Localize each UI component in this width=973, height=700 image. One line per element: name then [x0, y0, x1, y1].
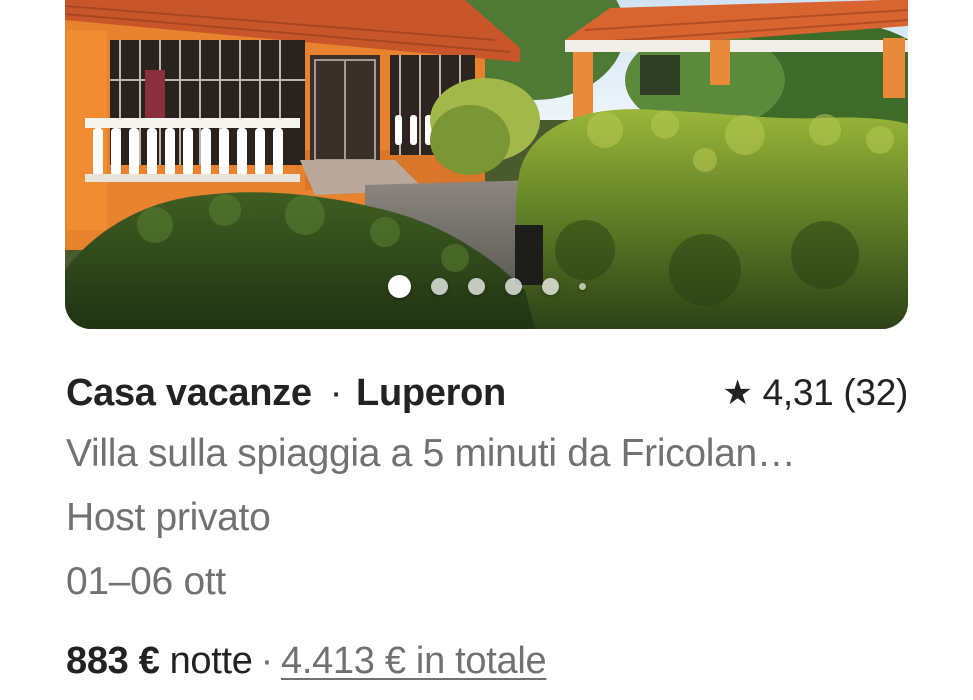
listing-title: Casa vacanze · Luperon: [66, 372, 506, 415]
carousel-dot[interactable]: [504, 278, 522, 295]
title-separator: ·: [329, 371, 343, 414]
carousel-dot[interactable]: [430, 278, 448, 295]
carousel-pagination-dots: [65, 275, 908, 298]
price-separator: ·: [260, 640, 274, 682]
listing-category: Casa vacanze: [66, 371, 312, 414]
rating-value: 4,31: [762, 372, 834, 413]
listing-description: Villa sulla spiaggia a 5 minuti da Frico…: [66, 432, 796, 475]
nightly-price: 883 €: [66, 640, 160, 682]
star-icon: ★: [722, 374, 753, 412]
price-row: 883 € notte · 4.413 € in totale: [66, 640, 547, 683]
listing-header-row: Casa vacanze · Luperon ★ 4,31 (32): [66, 368, 908, 418]
listing-card[interactable]: Casa vacanze · Luperon ★ 4,31 (32) Villa…: [0, 0, 973, 700]
listing-photo-carousel[interactable]: [65, 0, 908, 329]
rating-count: (32): [843, 372, 908, 413]
stay-dates: 01–06 ott: [66, 560, 226, 603]
carousel-dot-active[interactable]: [387, 275, 411, 298]
price-unit: notte: [169, 640, 253, 682]
host-type: Host privato: [66, 496, 271, 539]
carousel-dot[interactable]: [541, 278, 559, 295]
listing-rating: ★ 4,31 (32): [722, 372, 908, 414]
carousel-dot[interactable]: [467, 278, 485, 295]
carousel-dot-more: [578, 283, 586, 290]
total-price-link[interactable]: 4.413 € in totale: [281, 640, 547, 683]
listing-location: Luperon: [356, 371, 506, 414]
